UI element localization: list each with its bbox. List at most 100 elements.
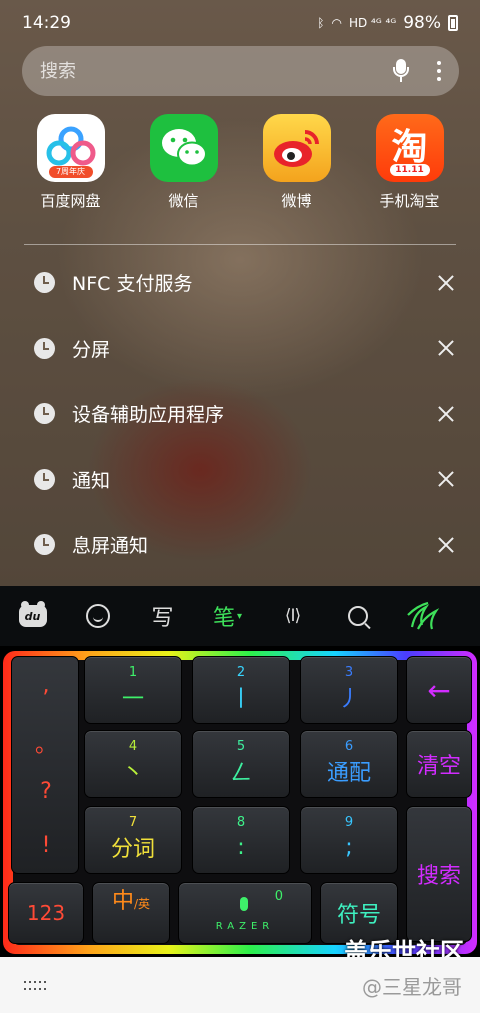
- history-item[interactable]: 设备辅助应用程序: [0, 381, 480, 447]
- history-item[interactable]: 通知: [0, 447, 480, 513]
- history-item-text[interactable]: 分屏: [72, 335, 436, 362]
- key-number: 6: [344, 739, 354, 754]
- razer-theme-button[interactable]: [390, 586, 455, 646]
- key-label: 丿: [337, 687, 360, 712]
- history-clock-icon: [34, 534, 55, 556]
- razer-snake-icon: [406, 601, 439, 630]
- lang-sub-label: /英: [133, 897, 151, 911]
- stroke-key-5[interactable]: 5 ㄥ: [192, 730, 290, 798]
- space-number: 0: [274, 889, 283, 904]
- wildcard-key[interactable]: 6 通配: [300, 730, 398, 798]
- punctuation-column[interactable]: , 。 ? !: [11, 656, 79, 874]
- history-item[interactable]: 息屏通知: [0, 512, 480, 578]
- status-icons: ᛒ ◠ HD ⁴ᴳ ⁴ᴳ 98%: [317, 13, 458, 33]
- app-baidu-netdisk[interactable]: 7周年庆 百度网盘: [14, 114, 127, 211]
- handwrite-button[interactable]: 写: [130, 586, 195, 646]
- battery-icon: [448, 15, 458, 31]
- stroke-key-1[interactable]: 1 一: [84, 656, 182, 724]
- keyboard-search-button[interactable]: [325, 586, 390, 646]
- status-bar: 14:29 ᛒ ◠ HD ⁴ᴳ ⁴ᴳ 98%: [0, 0, 480, 46]
- segment-key[interactable]: 7 分词: [84, 806, 182, 874]
- razer-keyboard: , 。 ? ! 1 一 2 丨 3 丿 ← 4 丶 5 ㄥ 6 通配 清空 7 …: [0, 646, 480, 957]
- clear-key[interactable]: 清空: [406, 730, 472, 798]
- status-time: 14:29: [22, 13, 71, 33]
- pen-mode-label: 笔: [212, 606, 235, 631]
- taobao-icon[interactable]: 淘 11.11: [375, 114, 444, 182]
- stroke-key-3[interactable]: 3 丿: [300, 656, 398, 724]
- history-clock-icon: [34, 272, 55, 294]
- space-key[interactable]: 0 RAZER: [178, 882, 312, 944]
- app-weibo[interactable]: 微博: [240, 114, 353, 211]
- language-switch-key[interactable]: 中 /英: [92, 882, 170, 944]
- key-number: 8: [236, 815, 246, 830]
- cursor-button[interactable]: ⟨I⟩: [260, 586, 325, 646]
- app-label: 微博: [281, 192, 312, 210]
- backspace-key[interactable]: ←: [406, 656, 472, 724]
- comma-key[interactable]: ,: [12, 673, 80, 698]
- key-label: 一: [121, 687, 144, 712]
- period-key[interactable]: 。: [12, 727, 80, 759]
- navigation-bar: @三星龙哥: [0, 957, 480, 1013]
- baidu-netdisk-icon[interactable]: 7周年庆: [36, 114, 105, 182]
- key-label: 通配: [326, 761, 371, 786]
- key-number: 4: [128, 739, 138, 754]
- app-label: 百度网盘: [40, 192, 101, 210]
- numbers-key[interactable]: 123: [8, 882, 84, 944]
- remove-history-icon[interactable]: [436, 404, 456, 424]
- wechat-icon[interactable]: [149, 114, 218, 182]
- battery-percent: 98%: [403, 13, 441, 33]
- weibo-icon[interactable]: [262, 114, 331, 182]
- stroke-mode-button[interactable]: 笔 ▾: [195, 586, 260, 646]
- app-wechat[interactable]: 微信: [127, 114, 240, 211]
- more-options-icon[interactable]: [437, 61, 441, 81]
- history-clock-icon: [34, 403, 55, 425]
- key-number: 2: [236, 665, 246, 680]
- key-label: ;: [345, 834, 353, 860]
- exclaim-key[interactable]: !: [12, 833, 80, 858]
- key-number: 9: [344, 815, 354, 830]
- history-item-text[interactable]: 设备辅助应用程序: [72, 400, 436, 427]
- history-item-text[interactable]: 通知: [72, 466, 436, 493]
- app-taobao[interactable]: 淘 11.11 手机淘宝: [353, 114, 466, 211]
- search-history-list: NFC 支付服务 分屏 设备辅助应用程序 通知 息屏通知: [0, 250, 480, 578]
- remove-history-icon[interactable]: [436, 535, 456, 555]
- section-divider: [24, 244, 456, 245]
- wifi-icon: ◠: [331, 16, 342, 30]
- dropdown-caret-icon: ▾: [236, 610, 243, 622]
- key-label: 丨: [229, 687, 252, 712]
- remove-history-icon[interactable]: [436, 273, 456, 293]
- history-item[interactable]: NFC 支付服务: [0, 250, 480, 316]
- baidu-input-button[interactable]: du: [0, 586, 65, 646]
- search-bar[interactable]: [22, 46, 459, 96]
- history-item-text[interactable]: NFC 支付服务: [72, 269, 436, 296]
- microphone-icon[interactable]: [393, 59, 409, 83]
- search-input[interactable]: [40, 60, 393, 82]
- app-label: 微信: [168, 192, 199, 210]
- question-key[interactable]: ?: [12, 779, 80, 804]
- remove-history-icon[interactable]: [436, 469, 456, 489]
- history-clock-icon: [34, 337, 55, 359]
- suggested-apps: 7周年庆 百度网盘 微信 微博 淘 11.11 手机淘宝: [0, 114, 480, 211]
- emoji-icon: [85, 604, 110, 628]
- clear-label: 清空: [416, 754, 461, 779]
- lang-main-label: 中: [111, 889, 134, 914]
- colon-key[interactable]: 8 :: [192, 806, 290, 874]
- key-label: 丶: [121, 761, 144, 786]
- app-label: 手机淘宝: [379, 192, 440, 210]
- key-number: 7: [128, 815, 138, 830]
- remove-history-icon[interactable]: [436, 338, 456, 358]
- stroke-key-4[interactable]: 4 丶: [84, 730, 182, 798]
- watermark-author: @三星龙哥: [362, 975, 462, 999]
- keyboard-switch-icon[interactable]: [24, 981, 46, 993]
- history-clock-icon: [34, 468, 55, 490]
- semicolon-key[interactable]: 9 ;: [300, 806, 398, 874]
- emoji-button[interactable]: [65, 586, 130, 646]
- keyboard-toolbar: du 写 笔 ▾ ⟨I⟩: [0, 586, 480, 646]
- history-item-text[interactable]: 息屏通知: [72, 531, 436, 558]
- numbers-label: 123: [26, 901, 66, 925]
- search-icon: [347, 606, 368, 626]
- key-number: 5: [236, 739, 246, 754]
- history-item[interactable]: 分屏: [0, 316, 480, 382]
- search-enter-key[interactable]: 搜索: [406, 806, 472, 942]
- stroke-key-2[interactable]: 2 丨: [192, 656, 290, 724]
